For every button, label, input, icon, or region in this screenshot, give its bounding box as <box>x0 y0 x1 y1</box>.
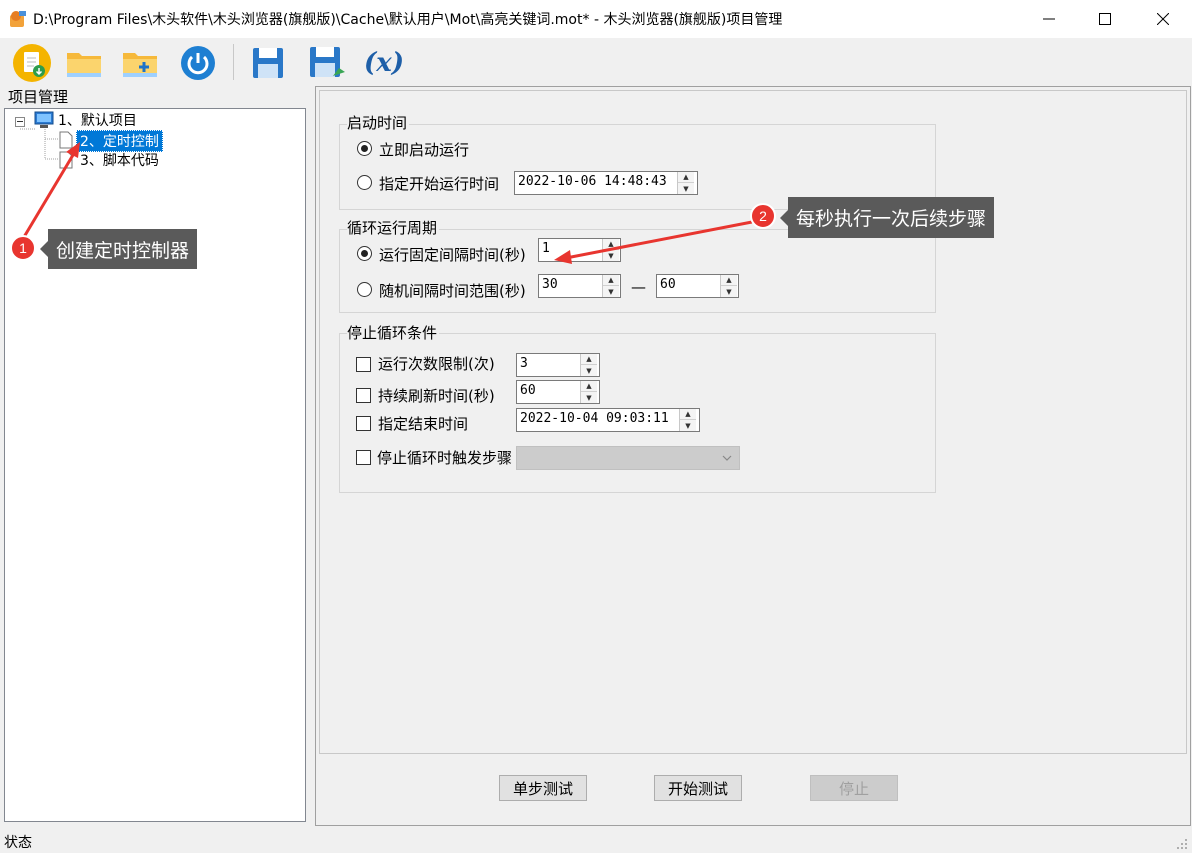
run-count-label: 运行次数限制(次) <box>378 355 495 373</box>
spin-down-icon[interactable]: ▼ <box>603 250 619 261</box>
start-immediate-radio[interactable] <box>357 141 372 156</box>
tree-item-script-code[interactable]: 3、脚本代码 <box>80 150 159 170</box>
start-test-button[interactable]: 开始测试 <box>654 775 742 801</box>
open-folder-icon <box>67 53 101 77</box>
random-min-value: 30 <box>542 277 558 292</box>
add-folder-icon <box>123 53 157 77</box>
tree-item-default-project[interactable]: 1、默认项目 <box>58 110 137 130</box>
start-time-spinner[interactable]: ▲ ▼ <box>677 172 694 194</box>
add-folder-button[interactable] <box>119 42 161 84</box>
refresh-time-value: 60 <box>520 383 536 398</box>
end-time-spinner[interactable]: ▲ ▼ <box>679 409 696 431</box>
start-time-input[interactable]: 2022-10-06 14:48:43 <box>514 171 698 195</box>
spin-down-icon[interactable]: ▼ <box>603 286 619 297</box>
app-logo-icon <box>8 9 28 29</box>
toolbar-separator <box>233 44 234 80</box>
start-immediate-label: 立即启动运行 <box>379 141 470 159</box>
spin-down-icon[interactable]: ▼ <box>678 183 694 194</box>
refresh-time-checkbox[interactable] <box>356 388 371 403</box>
run-count-value: 3 <box>520 356 528 371</box>
stop-button[interactable]: 停止 <box>810 775 898 801</box>
random-max-spinner[interactable]: ▲ ▼ <box>720 275 737 297</box>
fixed-interval-radio[interactable] <box>357 246 372 261</box>
power-button[interactable] <box>177 42 219 84</box>
spin-down-icon[interactable]: ▼ <box>581 392 597 403</box>
project-computer-icon <box>34 111 54 128</box>
spin-up-icon[interactable]: ▲ <box>603 275 619 286</box>
random-interval-radio[interactable] <box>357 282 372 297</box>
spin-down-icon[interactable]: ▼ <box>680 420 696 431</box>
power-icon <box>181 46 215 80</box>
status-bar <box>0 830 1192 853</box>
stop-condition-legend: 停止循环条件 <box>347 322 440 343</box>
resize-grip-icon[interactable] <box>1176 838 1188 850</box>
save-button[interactable] <box>247 42 289 84</box>
open-project-button[interactable] <box>63 42 105 84</box>
trigger-step-checkbox[interactable] <box>356 450 371 465</box>
save-as-button[interactable] <box>306 42 348 84</box>
fixed-interval-spinner[interactable]: ▲ ▼ <box>602 239 619 261</box>
callout-2-badge: 2 <box>750 203 776 229</box>
random-max-value: 60 <box>660 277 676 292</box>
minimize-button[interactable] <box>1020 0 1078 38</box>
start-scheduled-radio[interactable] <box>357 175 372 190</box>
new-project-icon <box>13 44 51 82</box>
spin-up-icon[interactable]: ▲ <box>721 275 737 286</box>
close-button[interactable] <box>1134 0 1192 38</box>
step-test-button[interactable]: 单步测试 <box>499 775 587 801</box>
trigger-step-label: 停止循环时触发步骤 <box>377 449 513 467</box>
start-scheduled-label: 指定开始运行时间 <box>379 175 500 193</box>
document-icon <box>59 151 73 169</box>
spin-up-icon[interactable]: ▲ <box>581 354 597 365</box>
fixed-interval-value: 1 <box>542 241 550 256</box>
end-time-input[interactable]: 2022-10-04 09:03:11 <box>516 408 700 432</box>
random-min-spinner[interactable]: ▲ ▼ <box>602 275 619 297</box>
maximize-button[interactable] <box>1076 0 1134 38</box>
new-project-button[interactable] <box>11 42 53 84</box>
project-tree: 1、默认项目 2、定时控制 3、脚本代码 <box>4 108 306 822</box>
variable-button[interactable]: (x) <box>361 42 407 84</box>
document-icon <box>59 131 73 149</box>
status-label: 状态 <box>4 835 32 851</box>
spin-up-icon[interactable]: ▲ <box>678 172 694 183</box>
project-panel-title: 项目管理 <box>8 88 69 106</box>
chevron-down-icon <box>722 455 732 461</box>
tree-collapse-toggle[interactable] <box>15 117 25 127</box>
run-count-checkbox[interactable] <box>356 357 371 372</box>
tree-item-timer-control[interactable]: 2、定时控制 <box>76 130 163 152</box>
minimize-icon <box>1043 18 1055 20</box>
run-count-spinner[interactable]: ▲ ▼ <box>580 354 597 376</box>
save-icon <box>253 48 283 78</box>
spin-up-icon[interactable]: ▲ <box>680 409 696 420</box>
refresh-time-label: 持续刷新时间(秒) <box>378 387 495 405</box>
end-time-checkbox[interactable] <box>356 416 371 431</box>
start-time-legend: 启动时间 <box>347 112 410 133</box>
save-as-icon <box>310 47 345 77</box>
cycle-period-legend: 循环运行周期 <box>347 217 440 238</box>
range-dash: — <box>631 278 646 296</box>
spin-down-icon[interactable]: ▼ <box>721 286 737 297</box>
trigger-step-select[interactable] <box>516 446 740 470</box>
end-time-value: 2022-10-04 09:03:11 <box>520 411 669 426</box>
close-icon <box>1157 13 1169 25</box>
start-time-value: 2022-10-06 14:48:43 <box>518 174 667 189</box>
end-time-label: 指定结束时间 <box>378 415 469 433</box>
callout-1-badge: 1 <box>10 235 36 261</box>
refresh-time-spinner[interactable]: ▲ ▼ <box>580 381 597 403</box>
variable-icon: (x) <box>363 48 405 78</box>
callout-2-tooltip: 每秒执行一次后续步骤 <box>779 197 995 238</box>
spin-up-icon[interactable]: ▲ <box>603 239 619 250</box>
maximize-icon <box>1099 13 1111 25</box>
spin-up-icon[interactable]: ▲ <box>581 381 597 392</box>
window-title: D:\Program Files\木头软件\木头浏览器(旗舰版)\Cache\默… <box>33 12 783 28</box>
callout-1-tooltip: 创建定时控制器 <box>39 229 198 269</box>
fixed-interval-label: 运行固定间隔时间(秒) <box>379 246 526 264</box>
spin-down-icon[interactable]: ▼ <box>581 365 597 376</box>
random-interval-label: 随机间隔时间范围(秒) <box>379 282 526 300</box>
